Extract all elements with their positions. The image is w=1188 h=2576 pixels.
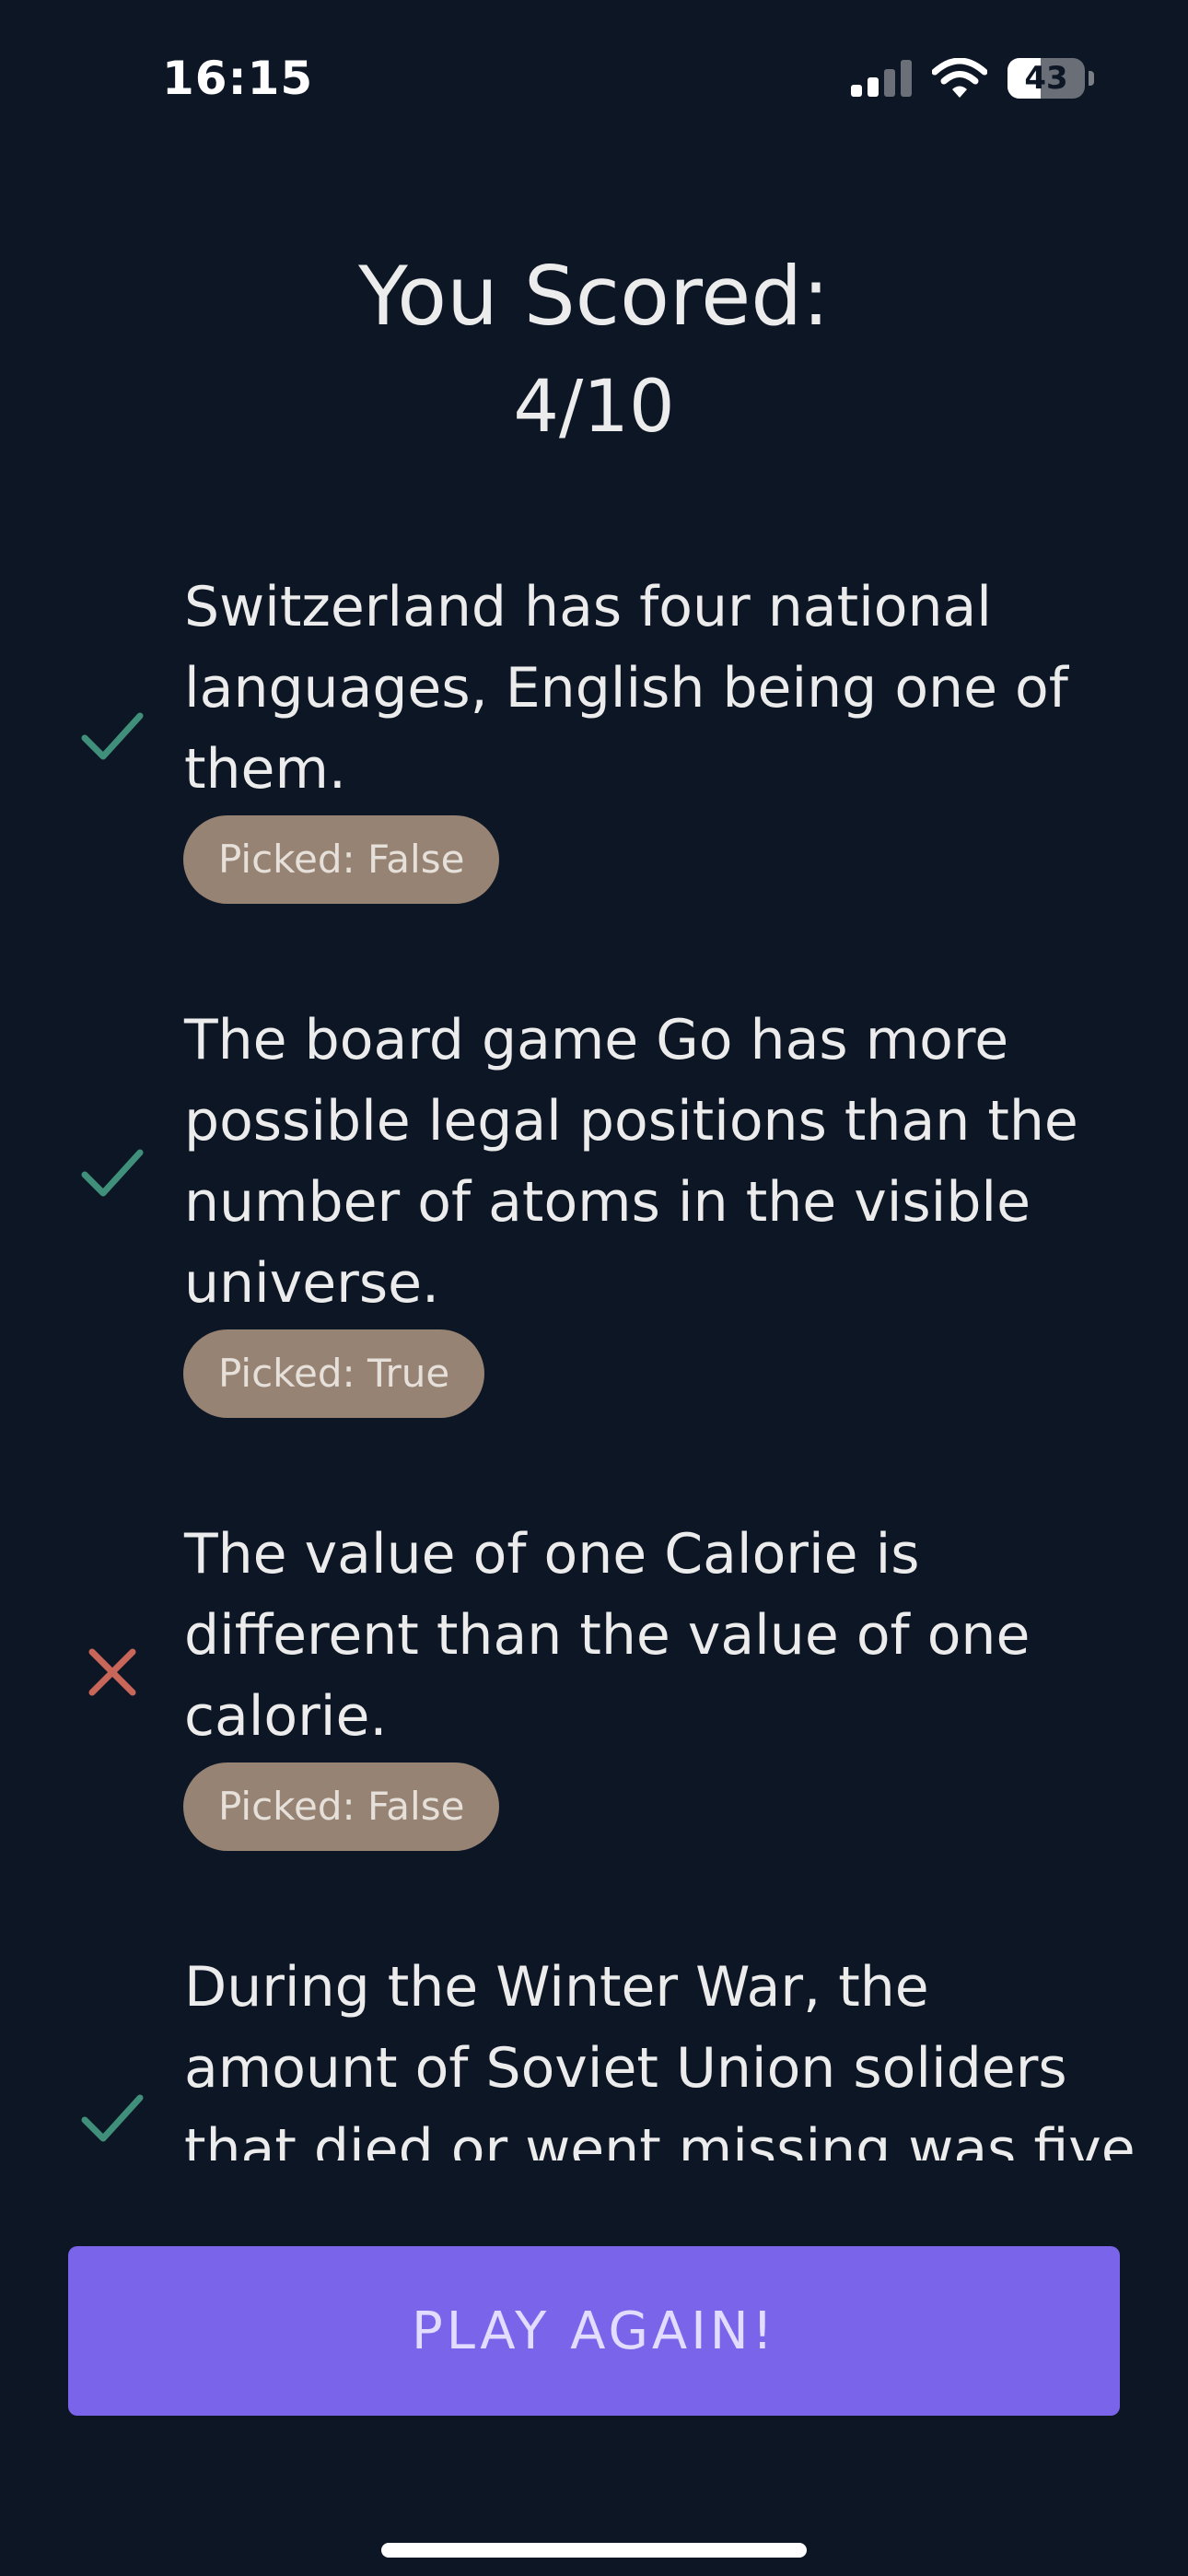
checkmark-icon: [81, 712, 144, 760]
wifi-icon: [932, 58, 987, 98]
list-item: During the Winter War, the amount of Sov…: [0, 1947, 1188, 2160]
picked-badge: Picked: False: [183, 815, 500, 904]
checkmark-icon: [81, 2094, 144, 2142]
cross-icon: [88, 1648, 136, 1696]
question-text: The value of one Calorie is different th…: [184, 1522, 1031, 1749]
score-value: 4/10: [513, 366, 675, 449]
home-indicator[interactable]: [381, 2543, 807, 2558]
results-list[interactable]: Switzerland has four national languages,…: [0, 567, 1188, 2160]
list-item: The board game Go has more possible lega…: [0, 1000, 1188, 1418]
battery-level: 43: [1024, 60, 1068, 97]
score-title: You Scored:: [358, 249, 830, 344]
play-again-button[interactable]: PLAY AGAIN!: [68, 2246, 1120, 2416]
status-time: 16:15: [162, 52, 314, 105]
checkmark-icon: [81, 1149, 144, 1197]
question-text: The board game Go has more possible lega…: [184, 1008, 1078, 1316]
question-text: Switzerland has four national languages,…: [184, 575, 1068, 802]
list-item: Switzerland has four national languages,…: [0, 567, 1188, 904]
list-item: The value of one Calorie is different th…: [0, 1514, 1188, 1851]
score-header: You Scored: 4/10: [0, 241, 1188, 463]
picked-badge: Picked: True: [183, 1329, 485, 1418]
picked-badge: Picked: False: [183, 1762, 500, 1851]
question-text: During the Winter War, the amount of Sov…: [184, 1955, 1136, 2160]
battery-icon: 43: [1007, 58, 1094, 99]
status-icons: 43: [851, 55, 1094, 101]
cellular-signal-icon: [851, 60, 912, 97]
status-bar: 16:15 43: [0, 0, 1188, 161]
